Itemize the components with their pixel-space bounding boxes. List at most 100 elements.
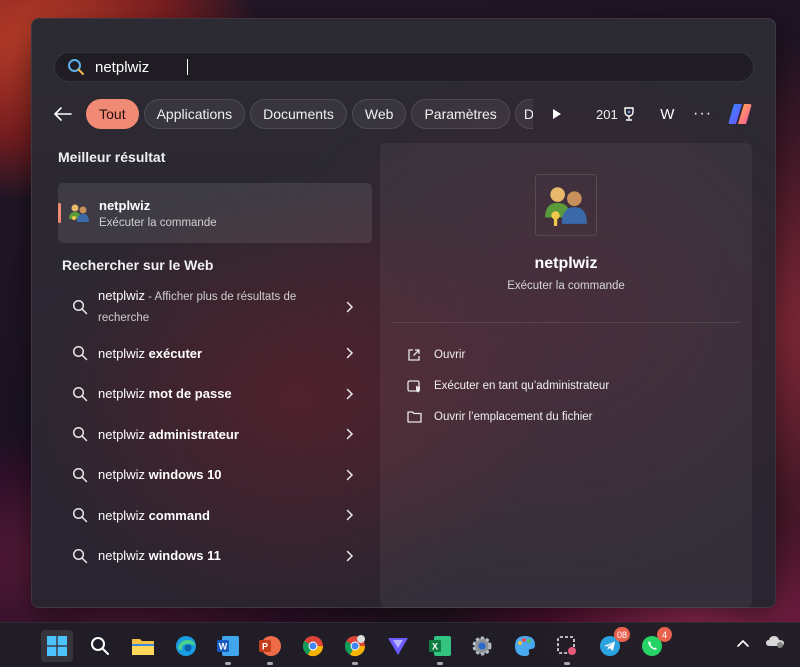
- onedrive-cloud-icon[interactable]: [765, 633, 785, 654]
- tab-all[interactable]: Tout: [86, 99, 139, 129]
- excel-icon[interactable]: X: [424, 630, 456, 665]
- chevron-right-icon: [346, 508, 358, 522]
- admin-shield-icon: [406, 378, 422, 394]
- suggestion-completion: mot de passe: [148, 386, 232, 402]
- notification-badge: 08: [613, 627, 630, 642]
- folder-icon: [406, 409, 422, 425]
- notification-badge: 4: [657, 627, 672, 642]
- search-icon[interactable]: [84, 630, 116, 662]
- tab-settings[interactable]: Paramètres: [411, 99, 510, 129]
- edge-icon[interactable]: [170, 630, 202, 662]
- account-avatar[interactable]: W: [660, 106, 675, 123]
- search-icon: [71, 298, 89, 316]
- chevron-right-icon: [346, 468, 358, 482]
- user-accounts-icon: [68, 202, 90, 224]
- chevron-right-icon: [346, 427, 358, 441]
- powerpoint-icon[interactable]: P: [254, 630, 286, 665]
- results-column: Meilleur résultat netplwiz Exécuter la c…: [58, 149, 372, 563]
- chevron-right-icon: [346, 300, 358, 314]
- word-icon[interactable]: W: [212, 630, 244, 665]
- search-icon: [67, 58, 85, 76]
- filter-bar: Tout Applications Documents Web Paramètr…: [54, 98, 754, 130]
- suggestion-completion: exécuter: [148, 345, 203, 361]
- suggestion-query: netplwiz: [98, 386, 149, 402]
- copilot-icon[interactable]: [726, 99, 754, 129]
- svg-text:W: W: [219, 642, 228, 652]
- rewards-points[interactable]: 201: [596, 106, 636, 122]
- rewards-points-value: 201: [596, 106, 618, 122]
- divider: [392, 322, 740, 323]
- start-search-panel: Tout Applications Documents Web Paramètr…: [31, 18, 776, 608]
- snipping-icon[interactable]: [551, 630, 583, 665]
- vpn-icon[interactable]: [382, 630, 414, 662]
- suggestion-completion: windows 11: [148, 548, 221, 564]
- running-indicator: [225, 662, 231, 665]
- svg-text:P: P: [262, 642, 268, 652]
- file-explorer-icon[interactable]: [127, 630, 159, 662]
- best-match-name: netplwiz: [99, 197, 151, 213]
- suggestion-query: netplwiz: [98, 467, 149, 483]
- best-match-heading: Meilleur résultat: [58, 149, 166, 165]
- running-indicator: [267, 662, 273, 665]
- search-icon: [71, 466, 89, 484]
- chevron-up-icon[interactable]: [736, 635, 750, 653]
- tab-more-truncated[interactable]: D: [514, 99, 533, 129]
- action-run-as-admin-label: Exécuter en tant qu’administrateur: [434, 379, 610, 392]
- suggestion-query: netplwiz: [98, 548, 149, 564]
- suggestion-completion: administrateur: [148, 426, 239, 442]
- svg-text:X: X: [432, 642, 438, 652]
- tab-web[interactable]: Web: [351, 99, 407, 129]
- search-icon: [71, 385, 89, 403]
- suggestion-query: netplwiz: [98, 507, 149, 523]
- more-options-icon[interactable]: ···: [693, 105, 712, 123]
- running-indicator: [437, 662, 443, 665]
- chevron-right-icon: [346, 387, 358, 401]
- back-arrow-icon[interactable]: [54, 101, 72, 127]
- web-suggestion-item[interactable]: netplwiz command: [58, 495, 372, 536]
- chrome-profile-icon[interactable]: [339, 630, 371, 665]
- tab-apps[interactable]: Applications: [143, 99, 246, 129]
- web-suggestion-item[interactable]: netplwiz windows 11: [58, 536, 372, 577]
- search-input[interactable]: [95, 58, 186, 76]
- action-open-file-location[interactable]: Ouvrir l’emplacement du fichier: [406, 401, 609, 432]
- suggestion-query: netplwiz: [98, 426, 149, 442]
- search-icon: [71, 506, 89, 524]
- action-run-as-admin[interactable]: Exécuter en tant qu’administrateur: [406, 370, 609, 401]
- suggestion-query: netplwiz: [98, 288, 145, 303]
- web-suggestion-item[interactable]: netplwiz windows 10: [58, 455, 372, 496]
- web-suggestion-item[interactable]: netplwiz administrateur: [58, 414, 372, 455]
- paint-icon[interactable]: [509, 630, 541, 662]
- detail-subtitle: Exécuter la commande: [507, 280, 625, 292]
- web-suggestion-item[interactable]: netplwiz mot de passe: [58, 374, 372, 415]
- detail-title: netplwiz: [534, 255, 598, 272]
- action-open-file-location-label: Ouvrir l’emplacement du fichier: [434, 410, 593, 423]
- action-open[interactable]: Ouvrir: [406, 339, 609, 370]
- whatsapp-icon[interactable]: 4: [636, 627, 672, 662]
- search-icon: [71, 547, 89, 565]
- scroll-tabs-icon[interactable]: [548, 101, 566, 127]
- telegram-icon[interactable]: 08: [594, 627, 630, 662]
- taskbar: W P X 08 4: [0, 622, 800, 667]
- settings-icon[interactable]: [466, 630, 498, 662]
- user-accounts-large-icon: [535, 174, 597, 236]
- web-suggestion-item[interactable]: netplwiz exécuter: [58, 333, 372, 374]
- web-suggestion-item[interactable]: netplwiz - Afficher plus de résultats de…: [58, 281, 372, 333]
- running-indicator: [564, 662, 570, 665]
- chevron-right-icon: [346, 346, 358, 360]
- text-caret: [187, 59, 188, 75]
- windows-start-icon[interactable]: [41, 630, 73, 662]
- chrome-icon[interactable]: [297, 630, 329, 662]
- chevron-right-icon: [346, 549, 358, 563]
- best-match-subtitle: Exécuter la commande: [99, 216, 217, 229]
- search-box[interactable]: [54, 52, 754, 82]
- detail-pane: netplwiz Exécuter la commande Ouvrir Exé…: [380, 143, 752, 608]
- action-open-label: Ouvrir: [434, 348, 466, 361]
- search-icon: [71, 425, 89, 443]
- tab-documents[interactable]: Documents: [250, 99, 347, 129]
- open-external-icon: [406, 347, 422, 363]
- best-match-item[interactable]: netplwiz Exécuter la commande: [58, 183, 372, 243]
- suggestion-completion: command: [148, 507, 210, 523]
- suggestion-completion: windows 10: [148, 467, 222, 483]
- selection-indicator: [58, 203, 61, 223]
- suggestion-query: netplwiz: [98, 345, 149, 361]
